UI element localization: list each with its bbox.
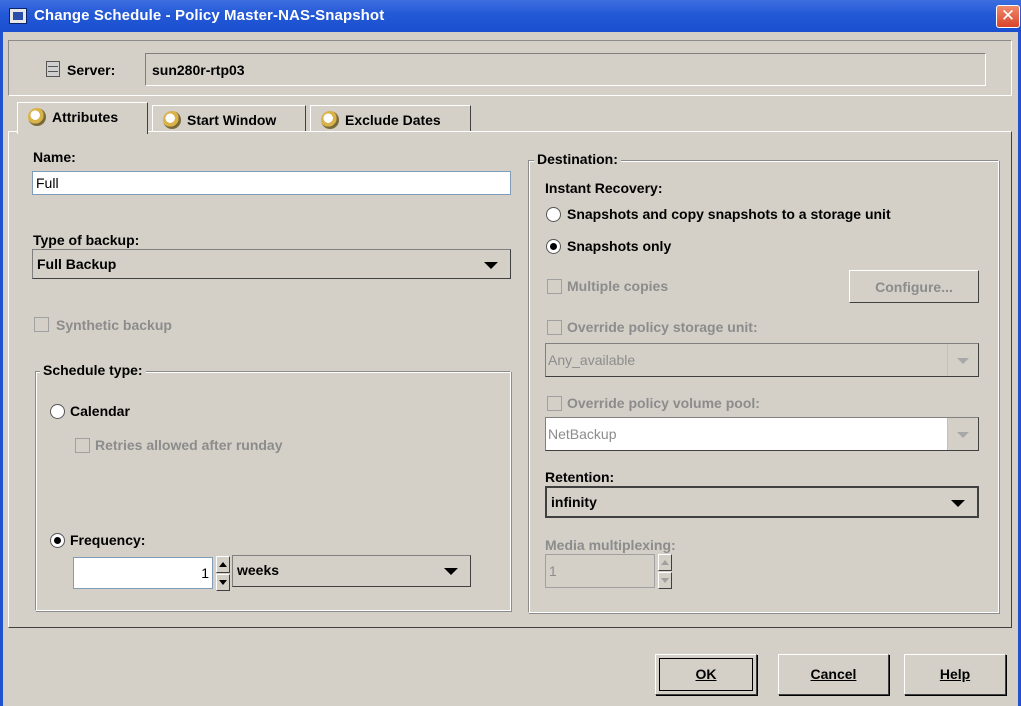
window-icon bbox=[9, 8, 27, 24]
name-label: Name: bbox=[33, 149, 76, 165]
override-pool-checkbox[interactable] bbox=[547, 396, 562, 411]
tab-start-window[interactable]: Start Window bbox=[152, 105, 306, 132]
multiple-copies-label: Multiple copies bbox=[567, 278, 669, 294]
snapshots-only-radio[interactable] bbox=[546, 239, 561, 254]
multiplexing-field[interactable]: 1 bbox=[545, 554, 655, 588]
server-value: sun280r-rtp03 bbox=[145, 53, 986, 86]
tab-attributes-label: Attributes bbox=[52, 109, 119, 125]
close-button[interactable]: ✕ bbox=[996, 5, 1020, 28]
synthetic-backup-checkbox[interactable] bbox=[34, 317, 49, 332]
tab-exclude-dates-label: Exclude Dates bbox=[345, 112, 441, 128]
window-border-left bbox=[0, 32, 3, 706]
storage-unit-value: Any_available bbox=[546, 344, 948, 376]
chevron-down-icon bbox=[951, 500, 965, 507]
stepper-down-icon[interactable] bbox=[216, 574, 230, 591]
chevron-down-icon bbox=[948, 344, 978, 376]
chevron-down-icon bbox=[484, 262, 498, 269]
synthetic-backup-label: Synthetic backup bbox=[56, 317, 172, 333]
destination-legend: Destination: bbox=[534, 151, 621, 167]
override-storage-checkbox[interactable] bbox=[547, 320, 562, 335]
storage-unit-select[interactable]: Any_available bbox=[545, 343, 979, 377]
configure-button[interactable]: Configure... bbox=[849, 270, 979, 303]
snapshots-only-label: Snapshots only bbox=[567, 238, 672, 254]
help-button[interactable]: Help bbox=[904, 654, 1006, 695]
server-label: Server: bbox=[67, 62, 116, 78]
retention-select[interactable]: infinity bbox=[545, 486, 979, 518]
tab-attributes[interactable]: Attributes bbox=[17, 102, 148, 134]
clock-icon bbox=[163, 111, 181, 129]
window-title: Change Schedule - Policy Master-NAS-Snap… bbox=[34, 7, 385, 24]
stepper-up-icon[interactable] bbox=[216, 556, 230, 573]
volume-pool-select[interactable]: NetBackup bbox=[545, 417, 979, 451]
frequency-unit-select[interactable]: weeks bbox=[232, 555, 471, 587]
frequency-radio[interactable] bbox=[50, 533, 65, 548]
cancel-button[interactable]: Cancel bbox=[778, 654, 889, 695]
chevron-down-icon bbox=[948, 418, 978, 450]
multiplexing-stepper[interactable] bbox=[658, 554, 672, 589]
frequency-label: Frequency: bbox=[70, 532, 146, 548]
frequency-value-field[interactable]: 1 bbox=[73, 557, 213, 589]
tab-start-window-label: Start Window bbox=[187, 112, 277, 128]
retention-label: Retention: bbox=[545, 469, 615, 485]
snapshots-and-copy-radio[interactable] bbox=[546, 207, 561, 222]
override-storage-label: Override policy storage unit: bbox=[567, 319, 758, 335]
retention-value: infinity bbox=[551, 494, 597, 510]
calendar-radio[interactable] bbox=[50, 404, 65, 419]
retries-label: Retries allowed after runday bbox=[95, 437, 283, 453]
attributes-tab-icon bbox=[28, 108, 46, 126]
snapshots-and-copy-label: Snapshots and copy snapshots to a storag… bbox=[567, 206, 891, 222]
server-icon bbox=[46, 61, 60, 77]
ok-button-label: OK bbox=[695, 666, 717, 682]
schedule-type-legend: Schedule type: bbox=[40, 362, 146, 378]
cancel-button-label: Cancel bbox=[810, 666, 857, 682]
override-pool-label: Override policy volume pool: bbox=[567, 395, 760, 411]
stepper-down-icon[interactable] bbox=[658, 572, 672, 589]
instant-recovery-label: Instant Recovery: bbox=[545, 180, 663, 196]
chevron-down-icon bbox=[444, 568, 458, 575]
backup-type-select[interactable]: Full Backup bbox=[32, 249, 511, 279]
multiplexing-label: Media multiplexing: bbox=[545, 537, 676, 553]
multiple-copies-checkbox[interactable] bbox=[547, 279, 562, 294]
backup-type-label: Type of backup: bbox=[33, 232, 140, 248]
calendar-label: Calendar bbox=[70, 403, 130, 419]
ok-button[interactable]: OK bbox=[655, 654, 757, 695]
tab-exclude-dates[interactable]: Exclude Dates bbox=[310, 105, 471, 132]
volume-pool-value: NetBackup bbox=[546, 418, 948, 450]
title-bar[interactable]: Change Schedule - Policy Master-NAS-Snap… bbox=[0, 0, 1021, 32]
backup-type-value: Full Backup bbox=[37, 256, 117, 272]
calendar-exclude-icon bbox=[321, 111, 339, 129]
frequency-unit-value: weeks bbox=[237, 562, 280, 578]
retries-checkbox[interactable] bbox=[75, 438, 90, 453]
name-field[interactable]: Full bbox=[32, 171, 511, 195]
stepper-up-icon[interactable] bbox=[658, 554, 672, 571]
help-button-label: Help bbox=[939, 666, 971, 682]
frequency-stepper[interactable] bbox=[216, 556, 230, 591]
